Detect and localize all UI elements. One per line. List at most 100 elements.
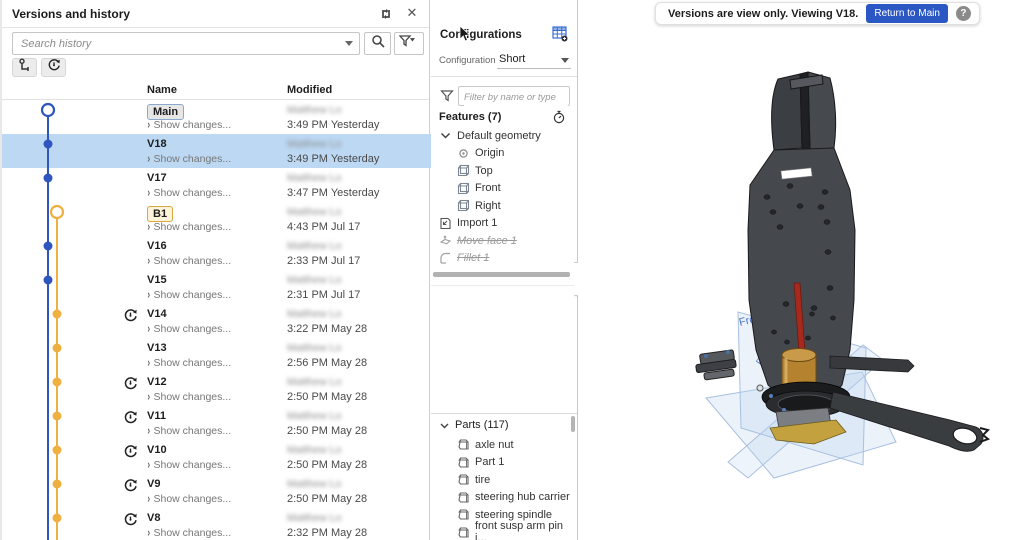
search-button[interactable] xyxy=(364,32,391,55)
stopwatch-icon[interactable] xyxy=(552,110,566,124)
feature-filter-box[interactable] xyxy=(458,86,570,106)
modified-time: 2:50 PM May 28 xyxy=(287,493,367,505)
parts-scrollbar-thumb[interactable] xyxy=(571,416,575,432)
history-view-toggles xyxy=(12,58,66,77)
expand-chevron-icon: › xyxy=(147,424,150,437)
part-item-axle-nut[interactable]: axle nut xyxy=(431,436,577,454)
feature-label: Import 1 xyxy=(457,217,497,229)
show-changes-link[interactable]: ›Show changes... xyxy=(147,255,231,267)
expand-chevron-icon: › xyxy=(147,220,150,233)
show-changes-link[interactable]: ›Show changes... xyxy=(147,357,231,369)
part-item-tire[interactable]: tire xyxy=(431,471,577,489)
modified-author: Matthew Lo xyxy=(287,274,341,286)
part-icon xyxy=(457,456,470,469)
feature-label: Fillet 1 xyxy=(457,252,489,264)
search-row xyxy=(2,32,429,56)
version-name: V14 xyxy=(147,308,167,320)
features-header: Features (7) xyxy=(439,111,501,123)
part-icon xyxy=(457,508,470,521)
onshape-app: Versions and history ✕ xyxy=(0,0,1014,540)
feature-item-fillet-1[interactable]: Fillet 1 xyxy=(431,250,577,268)
part-item-part-1[interactable]: Part 1 xyxy=(431,454,577,472)
version-row-v15[interactable]: V15›Show changes...Matthew Lo2:31 PM Jul… xyxy=(2,270,432,304)
feature-item-front[interactable]: Front xyxy=(431,180,577,198)
version-clock-icon xyxy=(123,376,138,391)
feature-item-origin[interactable]: Origin xyxy=(431,145,577,163)
feature-filter-input[interactable] xyxy=(464,89,568,107)
modified-author: Matthew Lo xyxy=(287,376,341,388)
panel-header: Versions and history ✕ xyxy=(2,0,429,28)
version-row-v8[interactable]: V8›Show changes...Matthew Lo2:32 PM May … xyxy=(2,508,432,540)
version-name: V8 xyxy=(147,512,160,524)
close-icon[interactable]: ✕ xyxy=(403,4,421,22)
version-row-v9[interactable]: V9›Show changes...Matthew Lo2:50 PM May … xyxy=(2,474,432,508)
show-changes-link[interactable]: ›Show changes... xyxy=(147,391,231,403)
expand-chevron-icon: › xyxy=(147,492,150,505)
part-item-steering-hub-carrier[interactable]: steering hub carrier xyxy=(431,489,577,507)
filter-button[interactable] xyxy=(394,32,424,55)
version-row-v10[interactable]: V10›Show changes...Matthew Lo2:50 PM May… xyxy=(2,440,432,474)
branch-icon xyxy=(18,58,32,77)
modified-author: Matthew Lo xyxy=(287,478,341,490)
modified-author: Matthew Lo xyxy=(287,104,341,116)
return-to-main-button[interactable]: Return to Main xyxy=(866,4,948,23)
versions-only-toggle[interactable] xyxy=(41,58,66,77)
version-row-v16[interactable]: V16›Show changes...Matthew Lo2:33 PM Jul… xyxy=(2,236,432,270)
feature-item-import-1[interactable]: Import 1 xyxy=(431,215,577,233)
parts-header[interactable]: Parts (117) xyxy=(439,419,509,431)
show-changes-link[interactable]: ›Show changes... xyxy=(147,187,231,199)
show-changes-link[interactable]: ›Show changes... xyxy=(147,425,231,437)
rc-car-model: Front Right xyxy=(578,0,1014,540)
branch-view-toggle[interactable] xyxy=(12,58,37,77)
divider xyxy=(431,413,577,414)
part-label: steering hub carrier xyxy=(475,491,570,503)
version-row-v14[interactable]: V14›Show changes...Matthew Lo3:22 PM May… xyxy=(2,304,432,338)
feature-filter-icon[interactable] xyxy=(440,89,454,103)
version-row-v18[interactable]: V18›Show changes...Matthew Lo3:49 PM Yes… xyxy=(2,134,432,168)
search-dropdown-caret-icon[interactable] xyxy=(345,41,353,46)
part-item-front-susp-arm-pin-i-[interactable]: front susp arm pin i... xyxy=(431,524,577,540)
column-header-modified: Modified xyxy=(287,84,332,96)
main-badge[interactable]: Main xyxy=(147,104,184,120)
version-row-v17[interactable]: V17›Show changes...Matthew Lo3:47 PM Yes… xyxy=(2,168,432,202)
feature-label: Front xyxy=(475,182,501,194)
version-clock-icon xyxy=(123,410,138,425)
show-changes-link[interactable]: ›Show changes... xyxy=(147,221,231,233)
show-changes-link[interactable]: ›Show changes... xyxy=(147,153,231,165)
expand-chevron-icon: › xyxy=(147,458,150,471)
versions-history-panel: Versions and history ✕ xyxy=(0,0,430,540)
help-icon[interactable]: ? xyxy=(956,6,971,21)
search-input[interactable] xyxy=(21,33,341,54)
rollback-bar[interactable] xyxy=(433,272,570,277)
feature-item-top[interactable]: Top xyxy=(431,162,577,180)
restore-icon[interactable] xyxy=(377,5,395,23)
feature-item-default-geometry[interactable]: Default geometry xyxy=(431,127,577,145)
show-changes-link[interactable]: ›Show changes... xyxy=(147,289,231,301)
show-changes-link[interactable]: ›Show changes... xyxy=(147,119,231,131)
feature-tree: Default geometryOriginTop Front Right Impor… xyxy=(431,127,577,267)
version-row-b1[interactable]: B1›Show changes...Matthew Lo4:43 PM Jul … xyxy=(2,202,432,236)
version-row-v13[interactable]: V13›Show changes...Matthew Lo2:56 PM May… xyxy=(2,338,432,372)
modified-author: Matthew Lo xyxy=(287,410,341,422)
version-name: B1 xyxy=(147,206,173,222)
show-changes-link[interactable]: ›Show changes... xyxy=(147,459,231,471)
version-row-v12[interactable]: V12›Show changes...Matthew Lo2:50 PM May… xyxy=(2,372,432,406)
version-row-v11[interactable]: V11›Show changes...Matthew Lo2:50 PM May… xyxy=(2,406,432,440)
show-changes-link[interactable]: ›Show changes... xyxy=(147,323,231,335)
steering-knuckle[interactable] xyxy=(696,350,737,380)
model-viewport[interactable]: Front Right xyxy=(578,0,1014,540)
search-combobox[interactable] xyxy=(12,32,360,55)
show-changes-link[interactable]: ›Show changes... xyxy=(147,527,231,539)
expand-chevron-icon: › xyxy=(147,356,150,369)
configurations-table-icon[interactable] xyxy=(552,26,568,42)
feature-item-move-face-1[interactable]: Move face 1 xyxy=(431,232,577,250)
version-name: V18 xyxy=(147,138,167,150)
branch-badge[interactable]: B1 xyxy=(147,206,173,222)
show-changes-link[interactable]: ›Show changes... xyxy=(147,493,231,505)
version-row-main[interactable]: Main›Show changes...Matthew Lo3:49 PM Ye… xyxy=(2,100,432,134)
chassis-bumper[interactable] xyxy=(772,72,836,150)
feature-item-right[interactable]: Right xyxy=(431,197,577,215)
modified-author: Matthew Lo xyxy=(287,138,341,150)
modified-time: 2:50 PM May 28 xyxy=(287,391,367,403)
configuration-select[interactable]: Short xyxy=(497,51,571,69)
